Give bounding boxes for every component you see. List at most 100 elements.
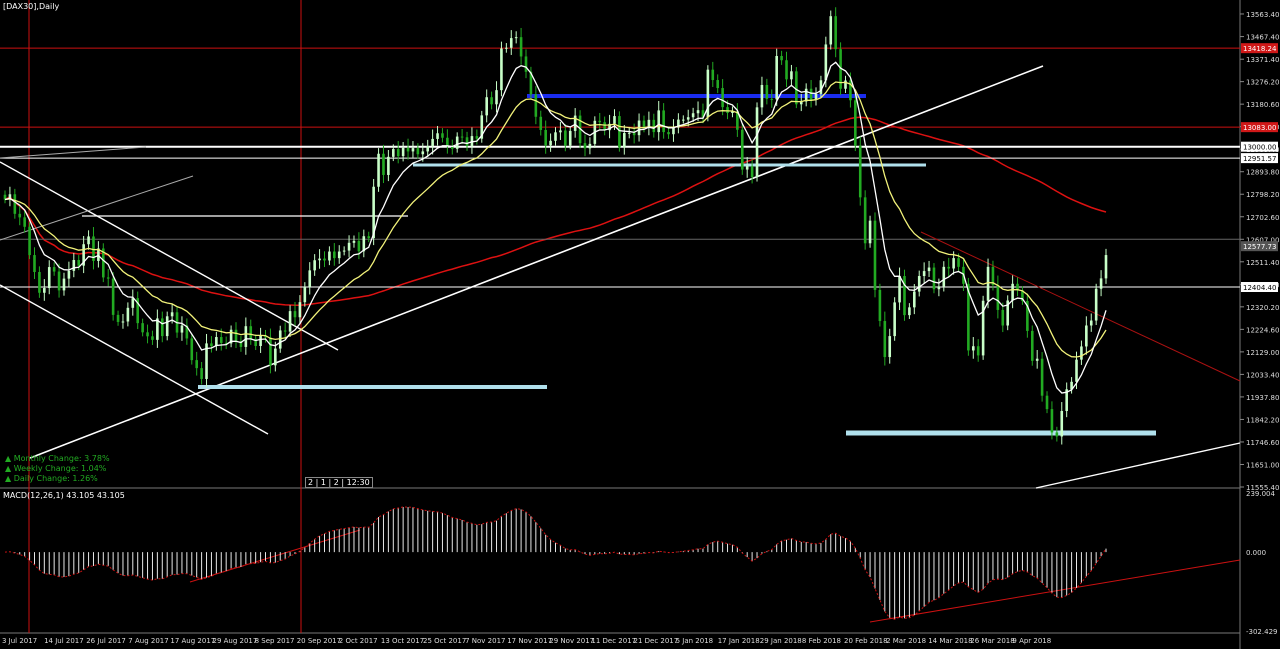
price-tag-label: 12577.73 (1243, 243, 1276, 251)
candle-body (288, 311, 292, 332)
candle-body (460, 136, 464, 138)
candle-body (146, 332, 149, 337)
weekly-change: Weekly Change: 1.04% (13, 464, 107, 473)
candle-body (244, 326, 248, 347)
price-tick-label: 13180.60 (1246, 101, 1279, 109)
date-tick-label: 26 Mar 2018 (970, 637, 1014, 645)
candle-body (1030, 330, 1034, 361)
candle-body (141, 323, 144, 333)
candle-body (505, 47, 508, 49)
candle-body (775, 56, 778, 100)
price-tag-label: 13000.00 (1243, 144, 1276, 152)
candle-body (160, 318, 164, 337)
price-tick-label: 13371.40 (1246, 56, 1279, 64)
candle-body (559, 130, 562, 133)
candle-body (623, 133, 626, 148)
candle-body (441, 133, 444, 138)
candle-body (1055, 432, 1059, 437)
candle-body (937, 286, 941, 290)
candle-body (465, 137, 469, 146)
date-tick-label: 8 Feb 2018 (802, 637, 841, 645)
candle-body (858, 145, 862, 198)
candle-body (1080, 346, 1083, 360)
candle-body (485, 97, 488, 116)
price-tick-label: 12702.60 (1246, 214, 1279, 222)
candle-body (18, 213, 22, 218)
candle-body (662, 110, 665, 133)
candle-body (922, 271, 926, 277)
candle-body (691, 113, 695, 118)
price-tick-label: 12129.00 (1246, 349, 1279, 357)
candle-body (342, 250, 346, 252)
candle-body (829, 16, 833, 45)
price-tick-label: 11651.00 (1246, 461, 1279, 469)
candle-body (932, 267, 936, 290)
candle-body (190, 338, 194, 361)
candle-body (554, 132, 557, 141)
price-tick-label: 12893.80 (1246, 169, 1279, 177)
price-tick-label: 13563.40 (1246, 11, 1279, 19)
candle-body (426, 145, 430, 152)
candle-body (111, 278, 115, 315)
candle-body (711, 69, 715, 81)
candle-body (308, 270, 312, 288)
candle-body (77, 260, 81, 266)
candle-body (382, 153, 385, 175)
candle-body (903, 276, 906, 316)
candle-body (1094, 288, 1098, 321)
candle-body (539, 116, 543, 130)
candle-body (898, 276, 901, 303)
candle-body (387, 156, 390, 175)
dax30-daily-chart[interactable]: 13563.40 13467.40 13371.40 13276.20 13180.60… (0, 0, 1280, 649)
date-tick-label: 17 Aug 2017 (170, 637, 215, 645)
candle-body (13, 194, 17, 214)
candle-body (411, 148, 415, 152)
candle-body (809, 88, 813, 100)
candle-body (352, 240, 356, 243)
candle-body (52, 267, 56, 272)
candle-body (1011, 283, 1014, 301)
date-tick-label: 14 Jul 2017 (44, 637, 84, 645)
candle-body (259, 335, 262, 346)
price-tick-label: 12033.40 (1246, 371, 1279, 379)
candle-body (1060, 411, 1064, 437)
candle-body (613, 116, 616, 124)
price-tick-label: 12511.40 (1246, 259, 1279, 267)
candle-body (43, 288, 46, 293)
candle-body (947, 266, 951, 269)
candle-body (745, 166, 749, 170)
candle-body (888, 336, 892, 358)
candle-body (681, 119, 685, 121)
date-tick-label: 9 Apr 2018 (1012, 637, 1051, 645)
candle-body (544, 129, 547, 146)
date-tick-label: 8 Sep 2017 (255, 637, 295, 645)
candle-body (151, 336, 154, 340)
candle-body (328, 251, 331, 261)
stats-panel: ▲ Monthly Change: 3.78% ▲ Weekly Change:… (5, 454, 110, 484)
daily-change: Daily Change: 1.26% (13, 474, 98, 483)
crosshair-box: 2 | 1 | 2 | 12:30 (305, 477, 373, 488)
candle-body (269, 337, 272, 366)
candle-body (780, 56, 783, 61)
candle-body (824, 44, 828, 81)
candle-body (883, 321, 887, 358)
date-tick-label: 29 Nov 2017 (549, 637, 594, 645)
candle-body (1099, 278, 1103, 289)
candle-body (131, 298, 135, 308)
date-tick-label: 17 Nov 2017 (507, 637, 552, 645)
candle-body (1001, 309, 1005, 326)
candle-body (632, 132, 636, 136)
candle-body (519, 37, 523, 57)
date-tick-label: 29 Aug 2017 (213, 637, 258, 645)
price-tick-label: 12320.20 (1246, 304, 1279, 312)
candle-body (293, 311, 297, 318)
candle-body (917, 276, 921, 292)
date-tick-label: 13 Oct 2017 (381, 637, 424, 645)
candle-body (396, 149, 400, 157)
candle-body (568, 130, 572, 146)
date-tick-label: 2 Oct 2017 (339, 637, 378, 645)
candle-body (170, 312, 174, 317)
candle-body (67, 270, 71, 279)
candle-body (116, 314, 120, 322)
chart-canvas[interactable]: 13563.40 13467.40 13371.40 13276.20 13180.60… (0, 0, 1280, 649)
